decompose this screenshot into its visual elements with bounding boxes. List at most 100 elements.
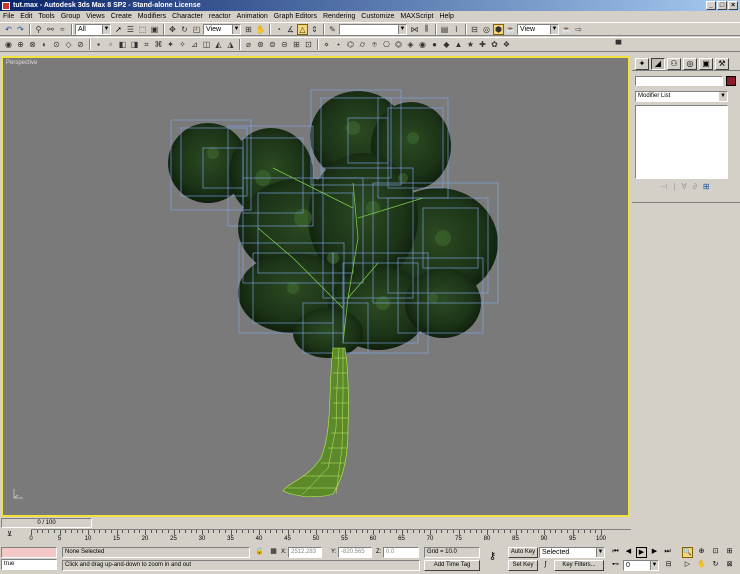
pin-stack-icon[interactable]: ⊣: [660, 182, 667, 191]
modifier-stack[interactable]: [635, 105, 728, 179]
material-editor-icon[interactable]: ◎: [481, 24, 492, 35]
tool-icon[interactable]: ⊛: [255, 39, 266, 50]
tool-icon[interactable]: ⋆: [333, 39, 344, 50]
tool-icon[interactable]: ◉: [3, 39, 14, 50]
edit-named-selection-icon[interactable]: ✎: [327, 24, 338, 35]
make-unique-icon[interactable]: ∀: [681, 182, 686, 191]
previous-frame-icon[interactable]: ◀: [623, 547, 634, 558]
perspective-viewport[interactable]: Perspective: [1, 56, 630, 517]
render-type-dropdown[interactable]: View ▼: [517, 23, 559, 35]
bind-space-warp-icon[interactable]: ≈: [57, 24, 68, 35]
window-crossing-icon[interactable]: ▣: [149, 24, 160, 35]
mini-curve-editor-icon[interactable]: ⊻: [4, 530, 15, 541]
spinner-snap-icon[interactable]: ⇕: [309, 24, 320, 35]
tool-icon[interactable]: ⊝: [279, 39, 290, 50]
percent-snap-icon[interactable]: △: [297, 23, 308, 35]
key-icon[interactable]: ⚷: [487, 552, 498, 563]
zoom-all-icon[interactable]: ⊕: [696, 547, 707, 558]
tool-icon[interactable]: ⍟: [369, 39, 380, 50]
align-icon[interactable]: ⫼: [421, 24, 432, 35]
rotate-icon[interactable]: ↻: [179, 24, 190, 35]
tool-icon[interactable]: ▲: [453, 39, 464, 50]
configure-sets-icon[interactable]: ⊞: [703, 182, 710, 191]
tool-icon[interactable]: ◨: [129, 39, 140, 50]
schematic-view-icon[interactable]: ⊟: [469, 24, 480, 35]
tool-icon[interactable]: ◮: [225, 39, 236, 50]
show-end-result-icon[interactable]: |: [673, 182, 675, 191]
tool-icon[interactable]: ◫: [201, 39, 212, 50]
reference-coordinate-dropdown[interactable]: View ▼: [203, 23, 241, 35]
tool-icon[interactable]: ⏣: [393, 39, 404, 50]
z-coordinate-field[interactable]: 0.0: [383, 547, 419, 558]
object-name-field[interactable]: [635, 76, 723, 86]
time-configuration-icon[interactable]: ⊟: [663, 560, 674, 571]
tool-icon[interactable]: ✿: [489, 39, 500, 50]
default-in-out-tangent-icon[interactable]: ∫: [540, 560, 551, 571]
hierarchy-tab-icon[interactable]: ⚇: [667, 58, 681, 70]
go-to-end-icon[interactable]: ⏭: [662, 547, 673, 558]
utilities-tab-icon[interactable]: ⚒: [715, 58, 729, 70]
modify-tab-icon[interactable]: ◢: [651, 58, 665, 70]
menu-graph-editors[interactable]: Graph Editors: [274, 13, 317, 20]
tool-icon[interactable]: ★: [465, 39, 476, 50]
menu-create[interactable]: Create: [111, 13, 132, 20]
select-link-icon[interactable]: ⚲: [33, 24, 44, 35]
x-coordinate-field[interactable]: 2512.283: [288, 547, 322, 558]
tool-icon[interactable]: ⌀: [243, 39, 254, 50]
go-to-start-icon[interactable]: ⏮: [610, 547, 621, 558]
render-scene-icon[interactable]: ⬢: [493, 23, 504, 35]
track-bar[interactable]: 0 5 10 15 20 25 30 35 40 45 50 55 60 65 70 75 80 85 90 95 10…: [29, 529, 631, 543]
tool-icon[interactable]: ✦: [165, 39, 176, 50]
y-coordinate-field[interactable]: -820.565: [338, 547, 372, 558]
tool-icon[interactable]: ◭: [213, 39, 224, 50]
zoom-icon[interactable]: 🔍: [682, 547, 693, 558]
remove-modifier-icon[interactable]: ∂: [693, 182, 697, 191]
maximize-viewport-icon[interactable]: ⊠: [724, 560, 735, 571]
render-last-icon[interactable]: ☕: [561, 24, 572, 35]
pan-icon[interactable]: ✋: [696, 560, 707, 571]
undo-icon[interactable]: ↶: [3, 24, 14, 35]
layer-manager-icon[interactable]: ▤: [439, 24, 450, 35]
tool-icon[interactable]: ⌗: [141, 39, 152, 50]
tool-icon[interactable]: ⊿: [189, 39, 200, 50]
menu-animation[interactable]: Animation: [237, 13, 268, 20]
menu-reactor[interactable]: reactor: [209, 13, 231, 20]
menu-group[interactable]: Group: [61, 13, 80, 20]
key-filters-button[interactable]: Key Filters...: [554, 560, 604, 571]
activeshade-icon[interactable]: ⇨: [573, 24, 584, 35]
current-frame-field[interactable]: 0 ▼: [623, 560, 659, 571]
redo-icon[interactable]: ↷: [15, 24, 26, 35]
viewport-label[interactable]: Perspective: [6, 60, 37, 66]
tool-icon[interactable]: ⊗: [27, 39, 38, 50]
tool-icon[interactable]: ⊜: [267, 39, 278, 50]
named-selection-dropdown[interactable]: ▼: [339, 23, 407, 35]
lock-selection-icon[interactable]: 🔒: [254, 547, 265, 558]
tool-icon[interactable]: ⌬: [345, 39, 356, 50]
set-key-button[interactable]: Set Key: [508, 560, 538, 571]
tool-icon[interactable]: ✚: [477, 39, 488, 50]
close-button[interactable]: ×: [728, 1, 738, 10]
tool-icon[interactable]: ◉: [417, 39, 428, 50]
menu-customize[interactable]: Customize: [361, 13, 394, 20]
tool-icon[interactable]: ⊘: [75, 39, 86, 50]
pivot-center-icon[interactable]: ⊞: [243, 24, 254, 35]
tool-icon[interactable]: ❖: [501, 39, 512, 50]
unlink-icon[interactable]: ⚯: [45, 24, 56, 35]
menu-file[interactable]: File: [3, 13, 14, 20]
display-tab-icon[interactable]: ▣: [699, 58, 713, 70]
object-color-swatch[interactable]: [726, 76, 736, 86]
tool-icon[interactable]: ◧: [117, 39, 128, 50]
tool-icon[interactable]: ⋄: [321, 39, 332, 50]
key-mode-toggle-icon[interactable]: ⊷: [610, 560, 621, 571]
tool-icon[interactable]: ●: [429, 39, 440, 50]
zoom-extents-all-icon[interactable]: ⊞: [724, 547, 735, 558]
auto-key-button[interactable]: Auto Key: [508, 547, 538, 558]
snap-toggle-icon[interactable]: ◔: [273, 24, 284, 35]
save-icon[interactable]: ▀: [613, 39, 624, 50]
select-object-icon[interactable]: ➚: [113, 24, 124, 35]
tool-icon[interactable]: ⊡: [303, 39, 314, 50]
key-mode-dropdown[interactable]: Selected ▼: [539, 547, 605, 558]
angle-snap-icon[interactable]: ∡: [285, 24, 296, 35]
manipulate-icon[interactable]: ✋: [255, 24, 266, 35]
menu-rendering[interactable]: Rendering: [323, 13, 355, 20]
